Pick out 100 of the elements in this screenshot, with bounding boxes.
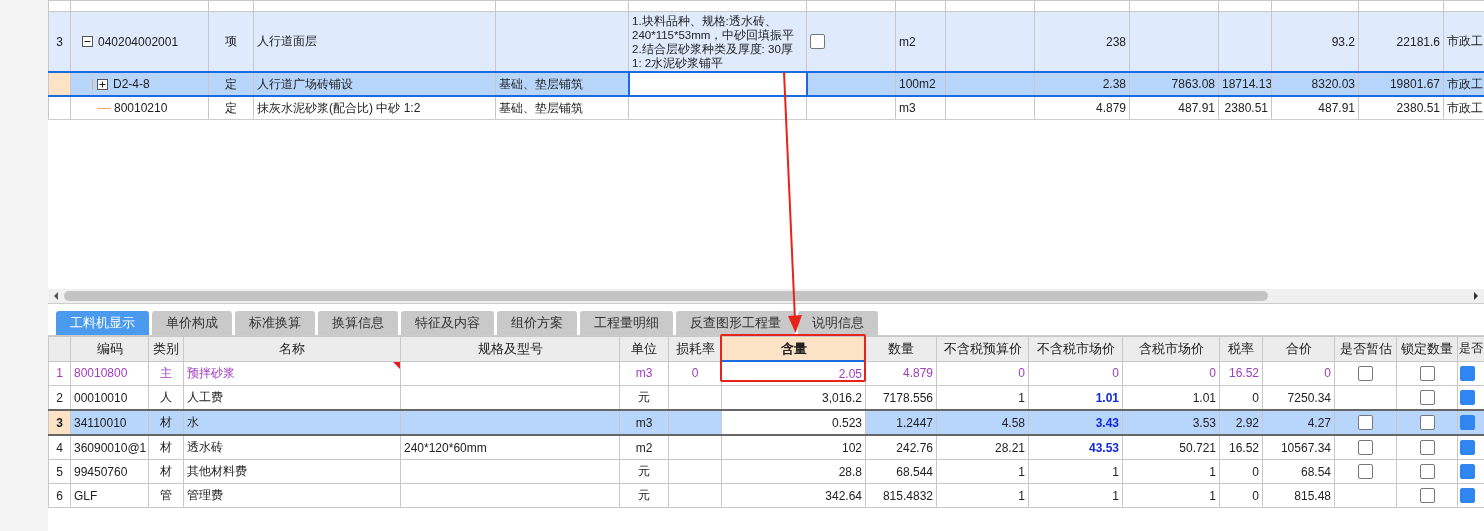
column-header[interactable]: 名称: [183, 336, 401, 361]
tab[interactable]: 说明信息: [798, 311, 878, 335]
table-cell: 815.48: [1294, 488, 1331, 503]
table-cell: 人行道广场砖铺设: [257, 76, 353, 91]
checkbox[interactable]: [1460, 390, 1475, 406]
scroll-left-icon[interactable]: [52, 291, 60, 301]
table-cell: 抹灰水泥砂浆(配合比) 中砂 1:2: [257, 100, 421, 115]
table-cell: 1: [1018, 390, 1025, 405]
table-cell: 1.01: [1192, 390, 1216, 405]
tab[interactable]: 单价构成: [152, 311, 232, 335]
tab[interactable]: 工程量明细: [580, 311, 673, 335]
row-number: 5: [56, 464, 63, 479]
checkbox[interactable]: [1358, 464, 1373, 480]
table-cell: 管: [160, 488, 172, 502]
table-cell: m3: [635, 415, 653, 430]
checkbox[interactable]: [1358, 440, 1373, 456]
checkbox[interactable]: [1419, 464, 1435, 480]
table-cell: 1.2447: [896, 415, 933, 430]
table-cell: 3.53: [1192, 415, 1216, 430]
table-cell: m2: [635, 440, 653, 455]
tab[interactable]: 标准换算: [235, 311, 315, 335]
table-cell: 1: [1018, 464, 1025, 479]
checkbox[interactable]: [1460, 365, 1475, 381]
table-cell: 1: [1209, 464, 1216, 479]
table-cell: m2: [899, 34, 916, 49]
table-cell: 2380.51: [1396, 101, 1440, 115]
table-cell: 1.块料品种、规格:透水砖、 240*115*53mm，中砂回填振平 2.结合层砂浆种类及厚度: 30厚 1: 2水泥砂浆铺平: [632, 14, 795, 69]
table-cell: 水: [187, 415, 199, 429]
table-cell: 市政工: [1447, 34, 1483, 48]
table-cell: 基础、垫层铺筑: [499, 100, 583, 115]
tab[interactable]: 换算信息: [318, 311, 398, 335]
column-header[interactable]: 损耗率: [668, 336, 722, 361]
table-cell: 1.01: [1095, 390, 1119, 405]
table-cell: 0: [1252, 488, 1259, 503]
table-cell: 1: [1209, 488, 1216, 503]
table-cell: 3.43: [1095, 415, 1119, 430]
table-cell: 0: [691, 366, 699, 381]
column-header[interactable]: 不含税预算价: [936, 336, 1029, 361]
checkbox[interactable]: [1460, 415, 1475, 431]
table-cell: 28.8: [838, 464, 862, 479]
tab[interactable]: 特征及内容: [401, 311, 494, 335]
column-header[interactable]: 数量: [865, 336, 937, 361]
horizontal-scrollbar[interactable]: [48, 289, 1484, 304]
row-number: 4: [56, 440, 63, 455]
table-cell: 240*120*60mm: [404, 440, 487, 455]
checkbox[interactable]: [1358, 365, 1373, 381]
table-cell: 487.91: [1318, 101, 1355, 115]
table-cell: 28.21: [994, 440, 1025, 455]
table-cell: 1: [1112, 488, 1119, 503]
table-cell: 材: [160, 464, 172, 478]
row-number: 6: [56, 488, 63, 503]
table-cell: 100m2: [899, 77, 936, 91]
column-header[interactable]: 含量: [721, 336, 866, 361]
checkbox[interactable]: [1419, 390, 1435, 406]
table-cell: 管理费: [187, 488, 223, 502]
checkbox[interactable]: [1419, 440, 1435, 456]
checkbox[interactable]: [1419, 415, 1435, 431]
table-cell: 22181.6: [1396, 34, 1440, 49]
checkbox[interactable]: [1460, 464, 1475, 480]
column-header[interactable]: 编码: [70, 336, 149, 361]
column-header[interactable]: 类别: [148, 336, 184, 361]
tab[interactable]: 组价方案: [497, 311, 577, 335]
table-cell: m3: [635, 366, 653, 381]
table-cell: 0: [1324, 366, 1331, 381]
table-cell: 2.92: [1235, 415, 1259, 430]
table-cell: 4.879: [1095, 101, 1126, 115]
item-code: 80010210: [114, 101, 168, 115]
table-cell: 2.05: [838, 366, 862, 381]
table-cell: 238: [1105, 34, 1126, 49]
checkbox[interactable]: [1419, 488, 1435, 504]
collapse-toggle-icon[interactable]: [82, 36, 93, 47]
table-cell: 99450760: [74, 464, 128, 479]
tab[interactable]: 反查图形工程量: [676, 311, 795, 335]
expand-toggle-icon[interactable]: [97, 78, 108, 90]
table-cell: 10567.34: [1280, 440, 1331, 455]
row-number: 3: [56, 34, 63, 49]
table-cell: 0.523: [831, 415, 862, 430]
column-header[interactable]: 锁定数量: [1396, 336, 1458, 361]
table-cell: 50.721: [1179, 440, 1216, 455]
table-cell: 3,016.2: [821, 390, 862, 405]
checkbox[interactable]: [810, 34, 825, 50]
table-cell: 7863.08: [1171, 77, 1215, 91]
column-header[interactable]: 规格及型号: [400, 336, 620, 361]
column-header[interactable]: 不含税市场价: [1028, 336, 1123, 361]
column-header[interactable]: 是否暂估: [1334, 336, 1397, 361]
column-header[interactable]: 是否: [1457, 336, 1484, 361]
table-cell: 19801.67: [1389, 77, 1440, 91]
checkbox[interactable]: [1419, 365, 1435, 381]
scroll-right-icon[interactable]: [1472, 291, 1480, 301]
column-header[interactable]: 单位: [619, 336, 669, 361]
checkbox[interactable]: [1460, 488, 1475, 504]
column-header[interactable]: 合价: [1262, 336, 1335, 361]
table-cell: 342.64: [825, 488, 862, 503]
column-header[interactable]: 税率: [1219, 336, 1263, 361]
table-cell: 16.52: [1228, 366, 1259, 381]
checkbox[interactable]: [1460, 440, 1475, 456]
checkbox[interactable]: [1358, 415, 1373, 431]
column-header[interactable]: 含税市场价: [1122, 336, 1220, 361]
table-cell: m3: [899, 101, 916, 115]
table-cell: 80010800: [74, 366, 128, 381]
